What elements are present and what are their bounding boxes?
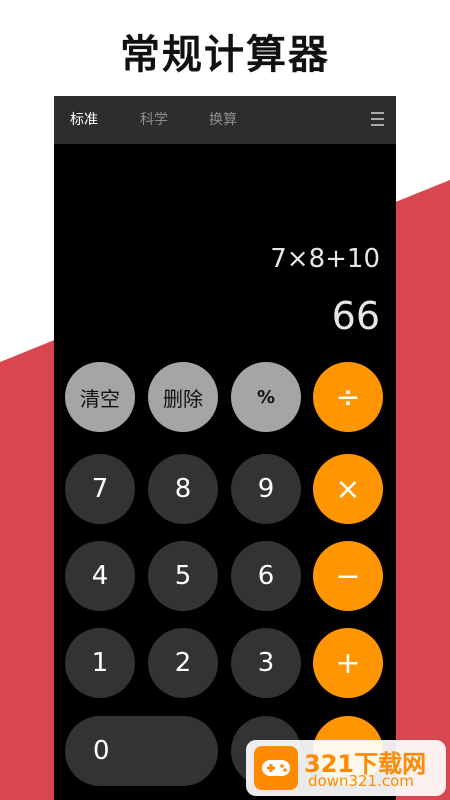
minus-button[interactable]: − — [313, 541, 383, 611]
digit-5-button[interactable]: 5 — [148, 541, 218, 611]
digit-8-button[interactable]: 8 — [148, 454, 218, 524]
tab-standard[interactable]: 标准 — [70, 96, 98, 144]
watermark-domain: down321.com — [308, 772, 414, 790]
digit-3-button[interactable]: 3 — [231, 628, 301, 698]
digit-7-button[interactable]: 7 — [65, 454, 135, 524]
gamepad-logo-icon — [254, 746, 298, 790]
menu-icon[interactable] — [371, 112, 384, 126]
page-headline: 常规计算器 — [120, 32, 330, 78]
result-display: 66 — [331, 294, 380, 338]
divide-button[interactable]: ÷ — [313, 362, 383, 432]
digit-9-button[interactable]: 9 — [231, 454, 301, 524]
tab-conversion[interactable]: 换算 — [209, 96, 237, 144]
expression-display: 7×8+10 — [270, 244, 380, 274]
tab-scientific[interactable]: 科学 — [140, 96, 168, 144]
digit-0-button[interactable]: 0 — [65, 716, 218, 786]
mode-tab-bar: 标准 科学 换算 — [54, 96, 396, 144]
digit-2-button[interactable]: 2 — [148, 628, 218, 698]
calculator-screen: 标准 科学 换算 7×8+10 66 清空 删除 % ÷ 7 8 9 × 4 5… — [54, 96, 396, 800]
multiply-button[interactable]: × — [313, 454, 383, 524]
digit-4-button[interactable]: 4 — [65, 541, 135, 611]
delete-button[interactable]: 删除 — [148, 362, 218, 432]
digit-6-button[interactable]: 6 — [231, 541, 301, 611]
percent-button[interactable]: % — [231, 362, 301, 432]
digit-1-button[interactable]: 1 — [65, 628, 135, 698]
clear-button[interactable]: 清空 — [65, 362, 135, 432]
plus-button[interactable]: + — [313, 628, 383, 698]
site-watermark: 321下载网 down321.com — [246, 740, 446, 796]
